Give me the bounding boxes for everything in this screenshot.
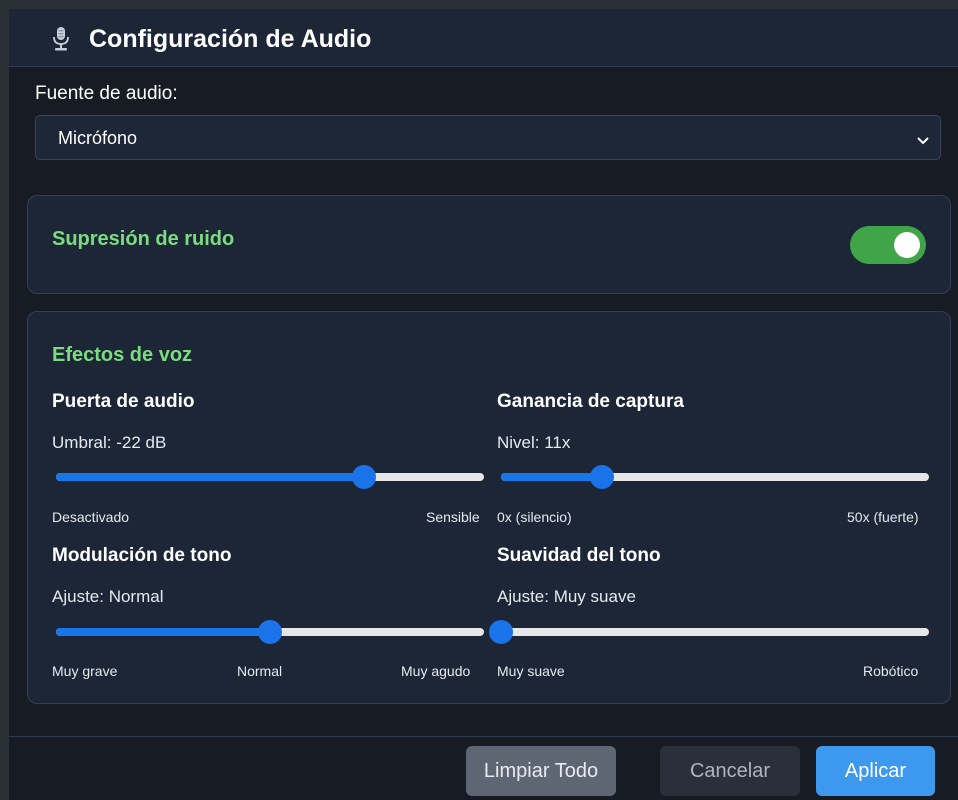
dialog-footer: Limpiar Todo Cancelar Aplicar — [9, 736, 958, 800]
noise-suppression-card: Supresión de ruido — [27, 195, 951, 294]
slider-track — [501, 628, 929, 636]
smooth-title: Suavidad del tono — [497, 545, 661, 566]
pitch-title: Modulación de tono — [52, 545, 232, 566]
pitch-min-label: Muy grave — [52, 663, 118, 679]
smooth-value: Ajuste: Muy suave — [497, 587, 636, 606]
voice-effects-card: Efectos de voz Puerta de audio Umbral: -… — [27, 311, 951, 704]
microphone-icon — [52, 27, 70, 56]
gate-title: Puerta de audio — [52, 391, 195, 412]
audio-source-label: Fuente de audio: — [35, 83, 178, 104]
gate-max-label: Sensible — [426, 509, 480, 525]
voice-effects-title: Efectos de voz — [52, 344, 193, 366]
audio-settings-dialog: Configuración de Audio Fuente de audio: … — [9, 9, 958, 800]
cancel-button[interactable]: Cancelar — [660, 746, 800, 796]
gain-min-label: 0x (silencio) — [497, 509, 572, 525]
slider-thumb[interactable] — [489, 620, 513, 644]
gain-max-label: 50x (fuerte) — [847, 509, 919, 525]
dialog-header: Configuración de Audio — [9, 9, 958, 67]
pitch-max-label: Muy agudo — [401, 663, 471, 679]
gain-value: Nivel: 11x — [497, 433, 571, 452]
gain-title: Ganancia de captura — [497, 391, 684, 412]
apply-button[interactable]: Aplicar — [816, 746, 935, 796]
gain-slider[interactable] — [501, 465, 929, 489]
smooth-min-label: Muy suave — [497, 663, 565, 679]
smooth-max-label: Robótico — [863, 663, 919, 679]
toggle-knob — [894, 232, 920, 258]
slider-thumb[interactable] — [589, 465, 614, 489]
gate-slider[interactable] — [56, 465, 484, 489]
chevron-down-icon — [916, 133, 930, 151]
noise-suppression-toggle[interactable] — [850, 226, 926, 264]
noise-suppression-title: Supresión de ruido — [52, 228, 235, 250]
audio-source-select[interactable]: Micrófono — [35, 115, 941, 160]
gate-min-label: Desactivado — [52, 509, 130, 525]
slider-thumb[interactable] — [352, 465, 377, 489]
pitch-slider[interactable] — [56, 620, 484, 644]
gate-value: Umbral: -22 dB — [52, 433, 167, 452]
smooth-slider[interactable] — [489, 620, 929, 644]
slider-fill — [56, 628, 270, 636]
audio-source-value: Micrófono — [58, 128, 138, 148]
slider-fill — [501, 473, 602, 481]
slider-thumb[interactable] — [258, 620, 282, 644]
pitch-value: Ajuste: Normal — [52, 587, 164, 606]
dialog-title: Configuración de Audio — [89, 25, 372, 53]
slider-fill — [56, 473, 365, 481]
clear-all-button[interactable]: Limpiar Todo — [466, 746, 616, 796]
pitch-mid-label: Normal — [237, 663, 283, 679]
